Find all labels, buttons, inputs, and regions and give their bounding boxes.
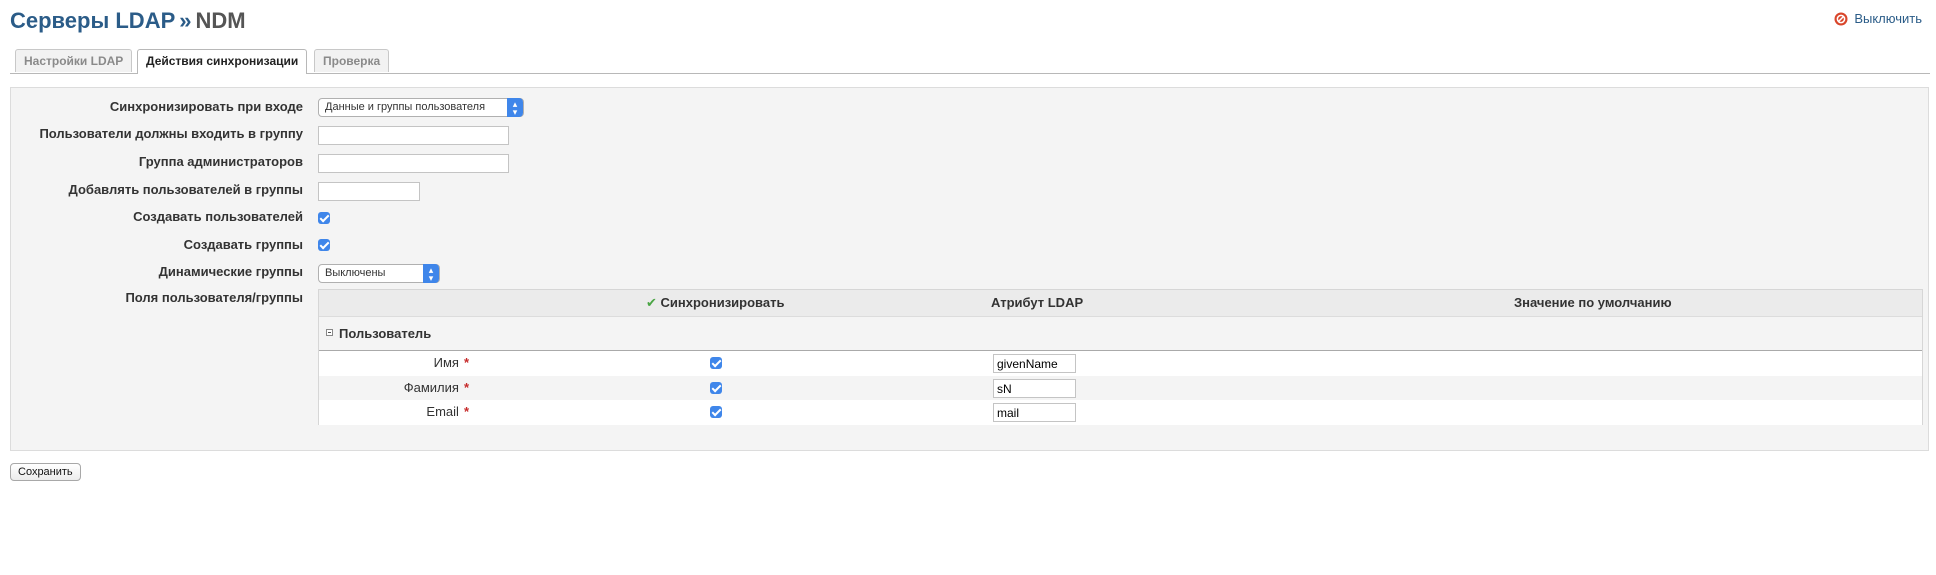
dynamic-groups-label: Динамические группы bbox=[158, 264, 303, 279]
first-name-ldap-attr-input[interactable] bbox=[993, 354, 1076, 373]
select-arrows-icon: ▴ ▾ bbox=[423, 264, 439, 283]
breadcrumb-separator: » bbox=[179, 8, 192, 33]
dynamic-groups-value: Выключены bbox=[325, 267, 386, 279]
logout-label: Выключить bbox=[1854, 11, 1922, 26]
first-name-label: Имя bbox=[433, 355, 459, 370]
tab-ldap-settings[interactable]: Настройки LDAP bbox=[15, 49, 133, 72]
add-to-groups-input[interactable] bbox=[318, 182, 420, 201]
breadcrumb-ldap-servers-link[interactable]: Серверы LDAP bbox=[10, 8, 175, 33]
create-groups-checkbox[interactable] bbox=[318, 239, 330, 251]
collapse-toggle-icon[interactable] bbox=[326, 329, 333, 336]
admin-group-label: Группа администраторов bbox=[138, 154, 303, 169]
tab-bar: Настройки LDAP Действия синхронизации Пр… bbox=[10, 49, 1930, 74]
create-groups-label: Создавать группы bbox=[183, 237, 303, 252]
last-name-ldap-attr-input[interactable] bbox=[993, 379, 1076, 398]
sync-on-login-label: Синхронизировать при входе bbox=[109, 99, 303, 114]
page-title: Серверы LDAP» NDM bbox=[10, 8, 246, 34]
sync-column-header: ✔ Синхронизировать bbox=[646, 295, 785, 310]
must-be-in-group-label: Пользователи должны входить в группу bbox=[39, 126, 303, 141]
required-marker: * bbox=[463, 380, 469, 395]
first-name-sync-checkbox[interactable] bbox=[710, 357, 722, 369]
select-arrows-icon: ▴ ▾ bbox=[507, 98, 523, 117]
user-group-row: Пользователь bbox=[319, 317, 1922, 351]
user-group-label: Пользователь bbox=[339, 326, 432, 341]
sync-settings-panel: Синхронизировать при входе Данные и груп… bbox=[10, 87, 1929, 451]
ldap-attr-column-header: Атрибут LDAP bbox=[991, 295, 1084, 310]
table-row: Email * bbox=[319, 400, 1922, 425]
checkmark-icon: ✔ bbox=[646, 295, 657, 310]
email-ldap-attr-input[interactable] bbox=[993, 403, 1076, 422]
table-header-row: ✔ Синхронизировать Атрибут LDAP Значение… bbox=[319, 290, 1922, 317]
fields-label: Поля пользователя/группы bbox=[125, 290, 303, 305]
email-sync-checkbox[interactable] bbox=[710, 406, 722, 418]
breadcrumb-current: NDM bbox=[195, 8, 246, 33]
default-value-column-header: Значение по умолчанию bbox=[1514, 295, 1672, 310]
must-be-in-group-input[interactable] bbox=[318, 126, 509, 145]
dynamic-groups-select[interactable]: Выключены ▴ ▾ bbox=[318, 264, 440, 283]
sync-on-login-value: Данные и группы пользователя bbox=[325, 101, 486, 113]
tab-check[interactable]: Проверка bbox=[314, 49, 390, 72]
logout-link[interactable]: Выключить bbox=[1834, 11, 1922, 26]
table-row: Имя * bbox=[319, 351, 1922, 376]
required-marker: * bbox=[463, 355, 469, 370]
save-button[interactable]: Сохранить bbox=[10, 463, 81, 481]
create-users-checkbox[interactable] bbox=[318, 212, 330, 224]
tab-sync-actions[interactable]: Действия синхронизации bbox=[137, 49, 308, 74]
email-label: Email bbox=[426, 404, 459, 419]
last-name-sync-checkbox[interactable] bbox=[710, 382, 722, 394]
admin-group-input[interactable] bbox=[318, 154, 509, 173]
table-row: Фамилия * bbox=[319, 376, 1922, 401]
ldap-server-page: Серверы LDAP» NDM Выключить Настройки LDA… bbox=[0, 0, 1936, 575]
attribute-mapping-table: ✔ Синхронизировать Атрибут LDAP Значение… bbox=[318, 289, 1923, 425]
sync-on-login-select[interactable]: Данные и группы пользователя ▴ ▾ bbox=[318, 98, 524, 117]
required-marker: * bbox=[463, 404, 469, 419]
power-off-icon bbox=[1834, 12, 1848, 26]
add-to-groups-label: Добавлять пользователей в группы bbox=[68, 182, 303, 197]
create-users-label: Создавать пользователей bbox=[133, 209, 303, 224]
last-name-label: Фамилия bbox=[403, 380, 459, 395]
